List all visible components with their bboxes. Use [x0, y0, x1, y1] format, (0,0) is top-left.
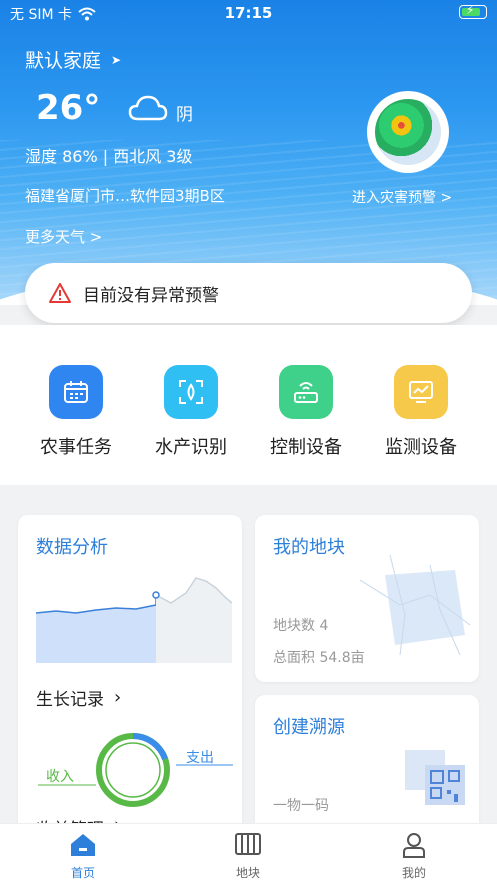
clock: 17:15: [224, 4, 273, 22]
bottom-tab-bar: 首页 地块 我的: [0, 823, 497, 883]
home-icon: [71, 834, 95, 856]
tab-label: 地块: [235, 866, 260, 880]
quick-item-label: 水产识别: [155, 437, 227, 458]
temperature: 26°: [36, 88, 101, 128]
user-icon: [403, 833, 425, 858]
tab-label: 首页: [70, 866, 95, 880]
battery-icon: ⚡: [459, 3, 487, 19]
my-plot-card[interactable]: 我的地块 地块数 4 总面积 54.8亩: [255, 515, 479, 682]
quick-item-monitor-device[interactable]: 监测设备: [366, 365, 476, 459]
quick-item-control-device[interactable]: 控制设备: [251, 365, 361, 459]
tab-mine[interactable]: 我的: [374, 832, 454, 881]
tab-home[interactable]: 首页: [43, 832, 123, 881]
cloud-icon: [128, 95, 168, 121]
card-title: 数据分析: [36, 537, 108, 558]
monitor-icon: [394, 365, 448, 419]
expense-label: 支出: [186, 750, 214, 766]
growth-record-label: 生长记录: [36, 690, 104, 710]
tab-plot[interactable]: 地块: [208, 832, 288, 881]
plot-icon: [235, 833, 261, 855]
plot-count: 地块数 4: [273, 618, 329, 634]
family-selector[interactable]: 默认家庭 ➤: [25, 46, 121, 73]
qr-code-icon: [405, 750, 465, 805]
growth-record-link[interactable]: 生长记录 ›: [36, 685, 121, 710]
quick-item-label: 监测设备: [385, 437, 457, 458]
card-title: 创建溯源: [273, 717, 345, 738]
income-label: 收入: [46, 769, 74, 785]
status-bar: 无 SIM 卡 17:15 ⚡: [0, 0, 497, 26]
quick-actions: 农事任务 水产识别 控制设备 监测设备: [0, 325, 497, 485]
radar-map[interactable]: [367, 91, 449, 173]
plot-map-icon: [360, 555, 471, 655]
plot-area: 总面积 54.8亩: [273, 650, 365, 666]
quick-item-label: 农事任务: [40, 437, 112, 458]
radar-image: [375, 99, 441, 165]
weather-condition: 阴: [176, 105, 193, 125]
chevron-right-icon: ›: [114, 687, 122, 708]
location-arrow-icon: ➤: [111, 52, 122, 67]
more-weather-link[interactable]: 更多天气 >: [25, 226, 102, 247]
quick-item-fish-id[interactable]: 水产识别: [136, 365, 246, 459]
warning-icon: [49, 283, 71, 303]
trend-chart: [36, 577, 233, 663]
calendar-icon: [49, 365, 103, 419]
trace-subtitle: 一物一码: [273, 798, 329, 814]
quick-item-label: 控制设备: [270, 437, 342, 458]
family-name: 默认家庭: [25, 50, 102, 72]
location-text: 福建省厦门市…软件园3期B区: [25, 187, 225, 205]
disaster-warning-link[interactable]: 进入灾害预警 >: [352, 187, 452, 207]
card-title: 我的地块: [273, 537, 345, 558]
fish-scan-icon: [164, 365, 218, 419]
quick-item-farm-task[interactable]: 农事任务: [21, 365, 131, 459]
router-icon: [279, 365, 333, 419]
alert-card[interactable]: 目前没有异常预警: [25, 263, 472, 323]
alert-text: 目前没有异常预警: [83, 285, 219, 306]
tab-label: 我的: [401, 866, 426, 880]
humidity-wind: 湿度 86% | 西北风 3级: [25, 147, 193, 166]
data-analysis-card[interactable]: 数据分析 生长记录 › 收入 支出 收益管理 ›: [18, 515, 242, 845]
